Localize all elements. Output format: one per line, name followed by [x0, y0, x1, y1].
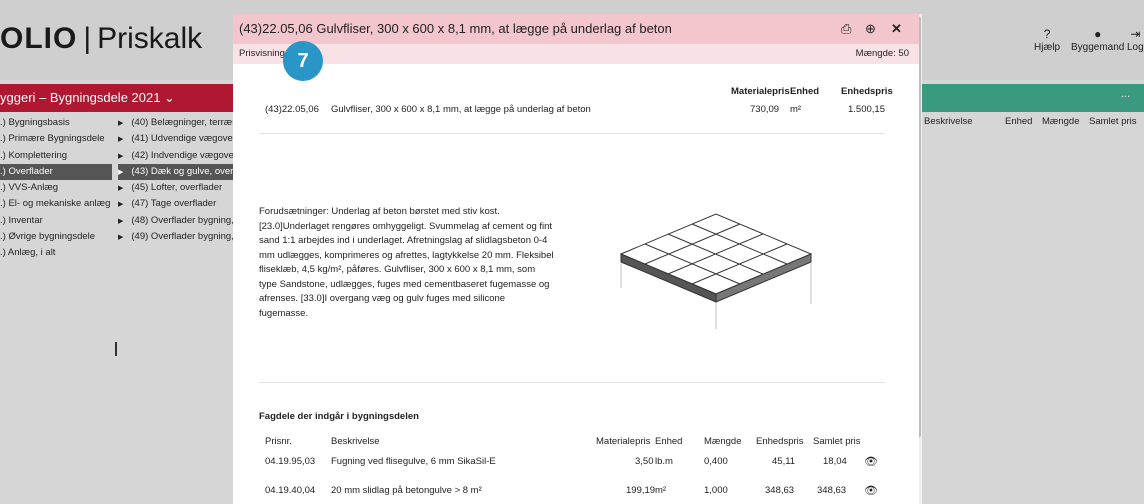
expand-arrow-icon: ▶ [118, 201, 124, 209]
category-item-active[interactable]: .) Overflader [0, 163, 112, 181]
expand-arrow-icon: ▶ [118, 120, 124, 127]
table-cell-prisnr: 04.19.95,03 [265, 456, 316, 467]
item-enhedspris: 1.500,15 [848, 104, 885, 115]
table-cell-materialepris: 3,50 [635, 456, 654, 467]
text-cursor [115, 342, 117, 356]
item-materialepris: 730,09 [750, 104, 780, 115]
col-samlet-pris: Samlet pris [1089, 116, 1137, 127]
project-selector[interactable]: yggeri – Bygningsdele 2021 ⌄ [0, 84, 233, 112]
modal-subtitle-bar: Prisvisning Mængde: 50 [233, 44, 919, 64]
col-enhedspris-header: Enhedspris [841, 86, 893, 97]
quantity-label: Mængde: 50 [855, 48, 909, 59]
expand-arrow-icon: ▶ [118, 168, 124, 176]
expand-arrow-icon: ▶ [118, 152, 124, 160]
subcategory-item[interactable]: ▶(42) Indvendige vægoverfla [118, 148, 233, 164]
subcategory-item[interactable]: ▶(49) Overflader bygning, su [118, 229, 233, 245]
table-cell-enhedspris: 45,11 [772, 456, 796, 467]
th-enhed: Enhed [655, 436, 683, 447]
price-view-label: Prisvisning [239, 48, 285, 59]
fagdele-title: Fagdele der indgår i bygningsdelen [259, 411, 419, 422]
plus-circle-icon[interactable]: ⊕ [865, 14, 876, 44]
subcategory-item[interactable]: ▶ (45) Lofter, overflader [118, 180, 233, 196]
item-number: (43)22.05,06 [265, 104, 319, 115]
table-cell-beskrivelse: Fugning ved flisegulve, 6 mm SikaSil-E [331, 456, 496, 467]
modal-title-bar: (43)22.05,06 Gulvfliser, 300 x 600 x 8,1… [233, 14, 919, 44]
th-prisnr: Prisnr. [265, 436, 292, 447]
expand-arrow-icon: ▶ [118, 185, 124, 193]
logout-icon: ⇥ [1130, 27, 1141, 41]
th-samlet-pris: Samlet pris [813, 436, 861, 447]
subcategory-item[interactable]: ▶(48) Overflader bygning, øv [118, 213, 233, 229]
table-cell-maengde: 0,400 [704, 456, 728, 467]
table-cell-samlet: 18,04 [823, 456, 847, 467]
user-icon: ● [1094, 27, 1102, 41]
th-enhedspris: Enhedspris [756, 436, 804, 447]
table-cell-prisnr: 04.19.40,04 [265, 485, 316, 496]
th-beskrivelse: Beskrivelse [331, 436, 380, 447]
logout-button[interactable]: ⇥ Log [1127, 28, 1144, 53]
expand-arrow-icon: ▶ [118, 234, 124, 242]
modal-title: (43)22.05,06 Gulvfliser, 300 x 600 x 8,1… [239, 21, 672, 36]
user-button[interactable]: ● Byggemand [1071, 28, 1124, 53]
subcategory-item[interactable]: ▶ (47) Tage overflader [118, 196, 233, 212]
category-item[interactable]: .) Inventar [0, 213, 112, 229]
help-button[interactable]: ? Hjælp [1034, 28, 1060, 53]
table-cell-samlet: 348,63 [817, 485, 847, 496]
step-badge: 7 [283, 41, 323, 81]
table-cell-enhedspris: 348,63 [765, 485, 795, 496]
subcategory-item[interactable]: ▶ (40) Belægninger, terræn [118, 115, 233, 131]
table-cell-beskrivelse: 20 mm slidlag på betongulve > 8 m² [331, 485, 482, 496]
table-cell-maengde: 1,000 [704, 485, 728, 496]
table-cell-enhed: m² [655, 485, 667, 496]
th-materialepris: Materialepris [596, 436, 651, 447]
category-item[interactable]: .) Øvrige bygningsdele [0, 229, 112, 245]
col-enhed-header: Enhed [790, 86, 820, 97]
results-header-bar: ... [921, 84, 1144, 112]
subcategory-item[interactable]: ▶(41) Udvendige vægoverfla [118, 131, 233, 147]
expand-arrow-icon: ▶ [118, 217, 124, 225]
category-item[interactable]: .) VVS-Anlæg [0, 180, 112, 196]
table-cell-materialepris: 199,19 [626, 485, 656, 496]
category-item[interactable]: .) Anlæg, i alt [0, 245, 112, 261]
divider [259, 382, 885, 383]
divider [259, 133, 885, 134]
more-button[interactable]: ... [1121, 88, 1130, 100]
table-cell-enhed: lb.m [655, 456, 673, 467]
help-icon: ? [1043, 27, 1051, 41]
expand-arrow-icon: ▶ [118, 136, 124, 144]
item-description: Gulvfliser, 300 x 600 x 8,1 mm, at lægge… [331, 104, 591, 115]
subcategory-list: ▶ (40) Belægninger, terræn ▶ (41) Udvendig… [118, 115, 233, 245]
floor-tile-illustration [619, 213, 813, 329]
printer-icon[interactable]: ⎙ [841, 14, 851, 44]
col-maengde: Mængde [1042, 116, 1080, 127]
category-item[interactable]: .) Primære Bygningsdele [0, 131, 112, 147]
subcategory-item-active[interactable]: ▶(43) Dæk og gulve, overflad [118, 163, 233, 181]
col-beskrivelse: Beskrivelse [924, 116, 973, 127]
category-item[interactable]: .) El- og mekaniske anlæg [0, 196, 112, 212]
col-enhed: Enhed [1005, 116, 1033, 127]
close-icon[interactable]: ✕ [891, 14, 902, 44]
eye-icon[interactable]: 👁 [864, 484, 878, 497]
category-list: .) Bygningsbasis .) Primære Bygningsdele… [0, 115, 112, 262]
app-logo: OLIO | Priskalk [0, 22, 203, 55]
th-maengde: Mængde [704, 436, 742, 447]
category-item[interactable]: .) Komplettering [0, 148, 112, 164]
eye-icon[interactable]: 👁 [864, 455, 878, 468]
price-detail-modal: (43)22.05,06 Gulvfliser, 300 x 600 x 8,1… [233, 14, 919, 504]
item-long-description: Forudsætninger: Underlag af beton børste… [259, 206, 554, 319]
category-item[interactable]: .) Bygningsbasis [0, 115, 112, 131]
col-materialepris-header: Materialepris [731, 86, 790, 97]
item-enhed: m² [790, 104, 802, 115]
